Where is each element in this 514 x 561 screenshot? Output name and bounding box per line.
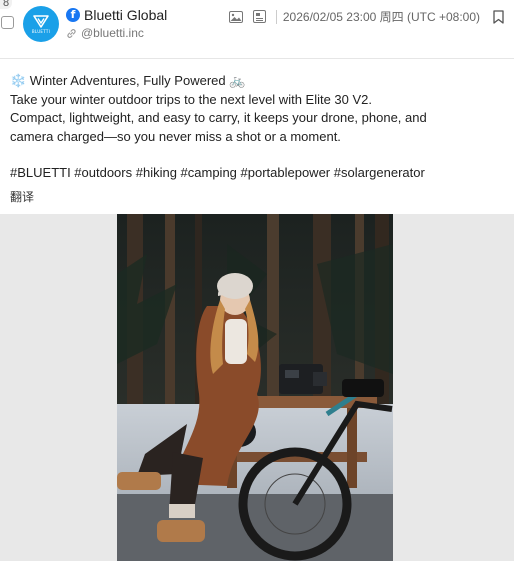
post-timestamp: 2026/02/05 23:00 周四 (UTC +08:00)	[282, 10, 480, 24]
avatar-brand-text: BLUETTI	[31, 28, 51, 34]
avatar[interactable]: BLUETTI	[23, 6, 59, 42]
account-name[interactable]: Bluetti Global	[84, 7, 167, 23]
media-area	[0, 214, 514, 561]
post-title-line: ❄️ Winter Adventures, Fully Powered 🚲	[10, 73, 246, 88]
corner-count-badge: 8	[0, 0, 13, 9]
bluetti-logo-icon	[33, 14, 49, 28]
post-photo[interactable]	[117, 214, 393, 561]
select-checkbox[interactable]	[1, 16, 14, 29]
winter-camping-photo	[117, 214, 393, 561]
account-handle-row: @bluetti.inc	[66, 26, 144, 40]
post-body-line-1: Take your winter outdoor trips to the ne…	[10, 91, 373, 107]
header-divider	[0, 58, 514, 59]
link-icon	[67, 28, 76, 38]
meta-separator	[275, 9, 277, 24]
image-icon[interactable]	[228, 9, 244, 25]
post-body-line-2: Compact, lightweight, and easy to carry,…	[10, 110, 427, 125]
bookmark-icon[interactable]	[490, 9, 506, 25]
post-hashtags[interactable]: #BLUETTI #outdoors #hiking #camping #por…	[10, 164, 506, 183]
facebook-icon: f	[66, 8, 80, 22]
document-icon[interactable]	[252, 9, 268, 25]
translate-link[interactable]: 翻译	[10, 188, 34, 205]
post-body: ❄️ Winter Adventures, Fully Powered 🚲 Ta…	[10, 72, 506, 183]
account-handle[interactable]: @bluetti.inc	[81, 26, 144, 40]
post-meta: 2026/02/05 23:00 周四 (UTC +08:00)	[228, 8, 506, 25]
post-body-line-3: camera charged—so you never miss a shot …	[10, 128, 341, 144]
account-name-row: f Bluetti Global	[66, 7, 167, 23]
